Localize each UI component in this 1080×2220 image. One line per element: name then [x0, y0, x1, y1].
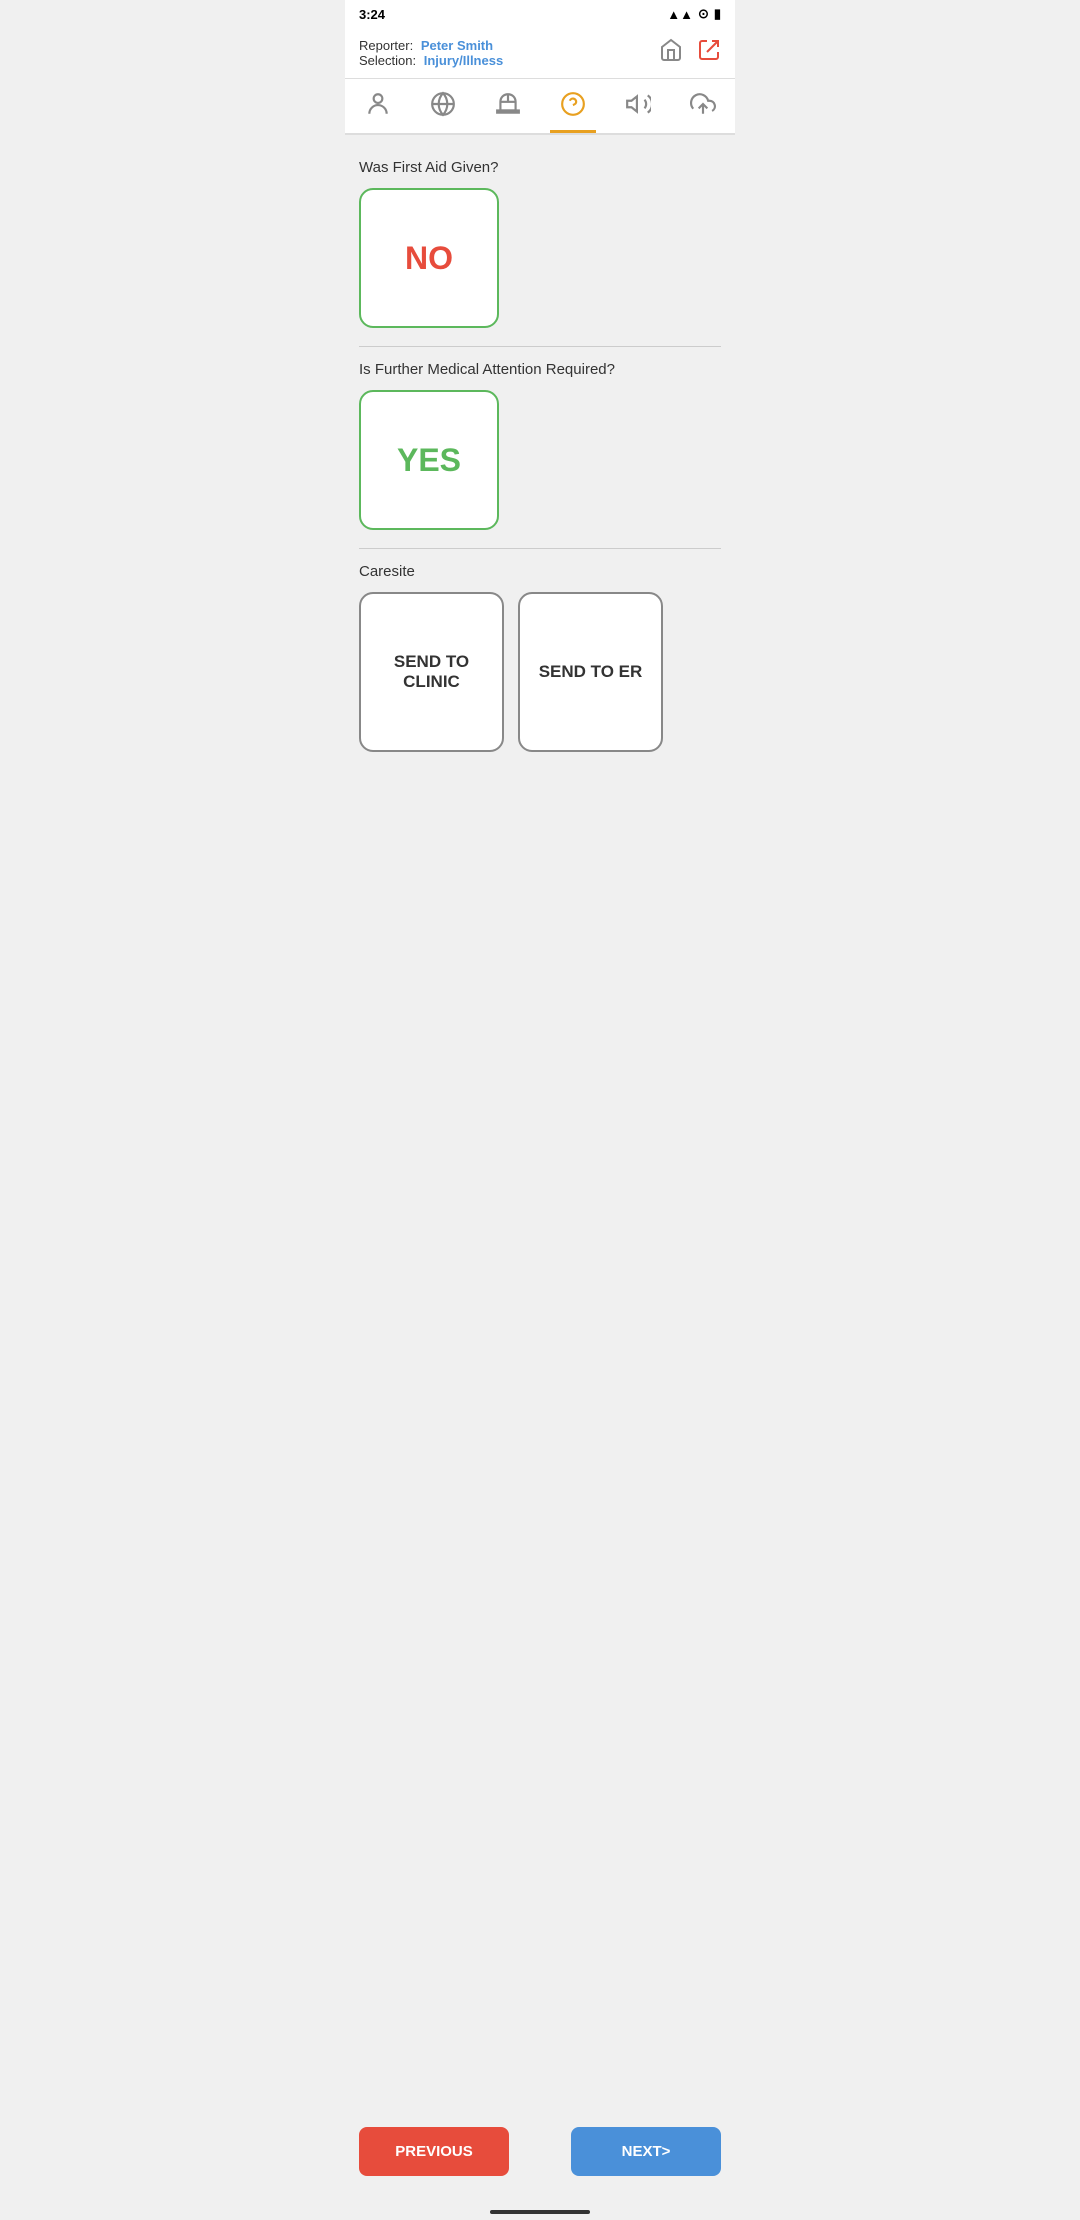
reporter-name: Peter Smith — [421, 38, 493, 53]
send-to-er-button[interactable]: SEND TO ER — [518, 592, 663, 752]
content-area: Was First Aid Given? NO Is Further Medic… — [345, 135, 735, 784]
tab-globe[interactable] — [420, 85, 466, 133]
medical-attention-question: Is Further Medical Attention Required? — [359, 361, 721, 378]
signal-icon: ▲▲ — [667, 7, 693, 22]
tab-megaphone[interactable] — [615, 85, 661, 133]
caresite-options: SEND TO CLINIC SEND TO ER — [359, 592, 721, 752]
globe-icon — [430, 91, 456, 124]
header: Reporter: Peter Smith Selection: Injury/… — [345, 28, 735, 79]
send-to-er-label: SEND TO ER — [539, 662, 643, 682]
person-icon — [365, 91, 391, 124]
status-icons: ▲▲ ⊙ ▮ — [667, 6, 721, 22]
first-aid-no-button[interactable]: NO — [359, 188, 499, 328]
first-aid-no-label: NO — [405, 240, 453, 277]
upload-icon — [690, 91, 716, 124]
selection-label: Selection: — [359, 53, 416, 68]
tab-worker[interactable] — [485, 85, 531, 133]
bottom-actions: PREVIOUS NEXT> — [345, 2113, 735, 2190]
question-icon — [560, 91, 586, 124]
divider-1 — [359, 346, 721, 347]
send-to-clinic-button[interactable]: SEND TO CLINIC — [359, 592, 504, 752]
previous-button[interactable]: PREVIOUS — [359, 2127, 509, 2176]
wifi-icon: ⊙ — [698, 6, 709, 22]
status-bar: 3:24 ▲▲ ⊙ ▮ — [345, 0, 735, 28]
medical-attention-yes-label: YES — [397, 442, 461, 479]
next-button[interactable]: NEXT> — [571, 2127, 721, 2176]
time: 3:24 — [359, 7, 385, 22]
battery-icon: ▮ — [714, 6, 721, 22]
header-actions — [659, 38, 721, 68]
send-to-clinic-label: SEND TO CLINIC — [394, 652, 469, 692]
divider-2 — [359, 548, 721, 549]
home-icon[interactable] — [659, 38, 683, 68]
caresite-label: Caresite — [359, 563, 721, 580]
submit-icon[interactable] — [697, 38, 721, 68]
tab-upload[interactable] — [680, 85, 726, 133]
first-aid-options: NO — [359, 188, 721, 328]
medical-attention-yes-button[interactable]: YES — [359, 390, 499, 530]
nav-tabs — [345, 79, 735, 135]
reporter-label: Reporter: — [359, 38, 413, 53]
first-aid-question: Was First Aid Given? — [359, 159, 721, 176]
hardhat-icon — [495, 91, 521, 124]
tab-question[interactable] — [550, 85, 596, 133]
medical-attention-options: YES — [359, 390, 721, 530]
selection-value: Injury/Illness — [424, 53, 503, 68]
megaphone-icon — [625, 91, 651, 124]
header-info: Reporter: Peter Smith Selection: Injury/… — [359, 38, 503, 68]
home-indicator — [490, 2210, 590, 2214]
tab-person[interactable] — [355, 85, 401, 133]
